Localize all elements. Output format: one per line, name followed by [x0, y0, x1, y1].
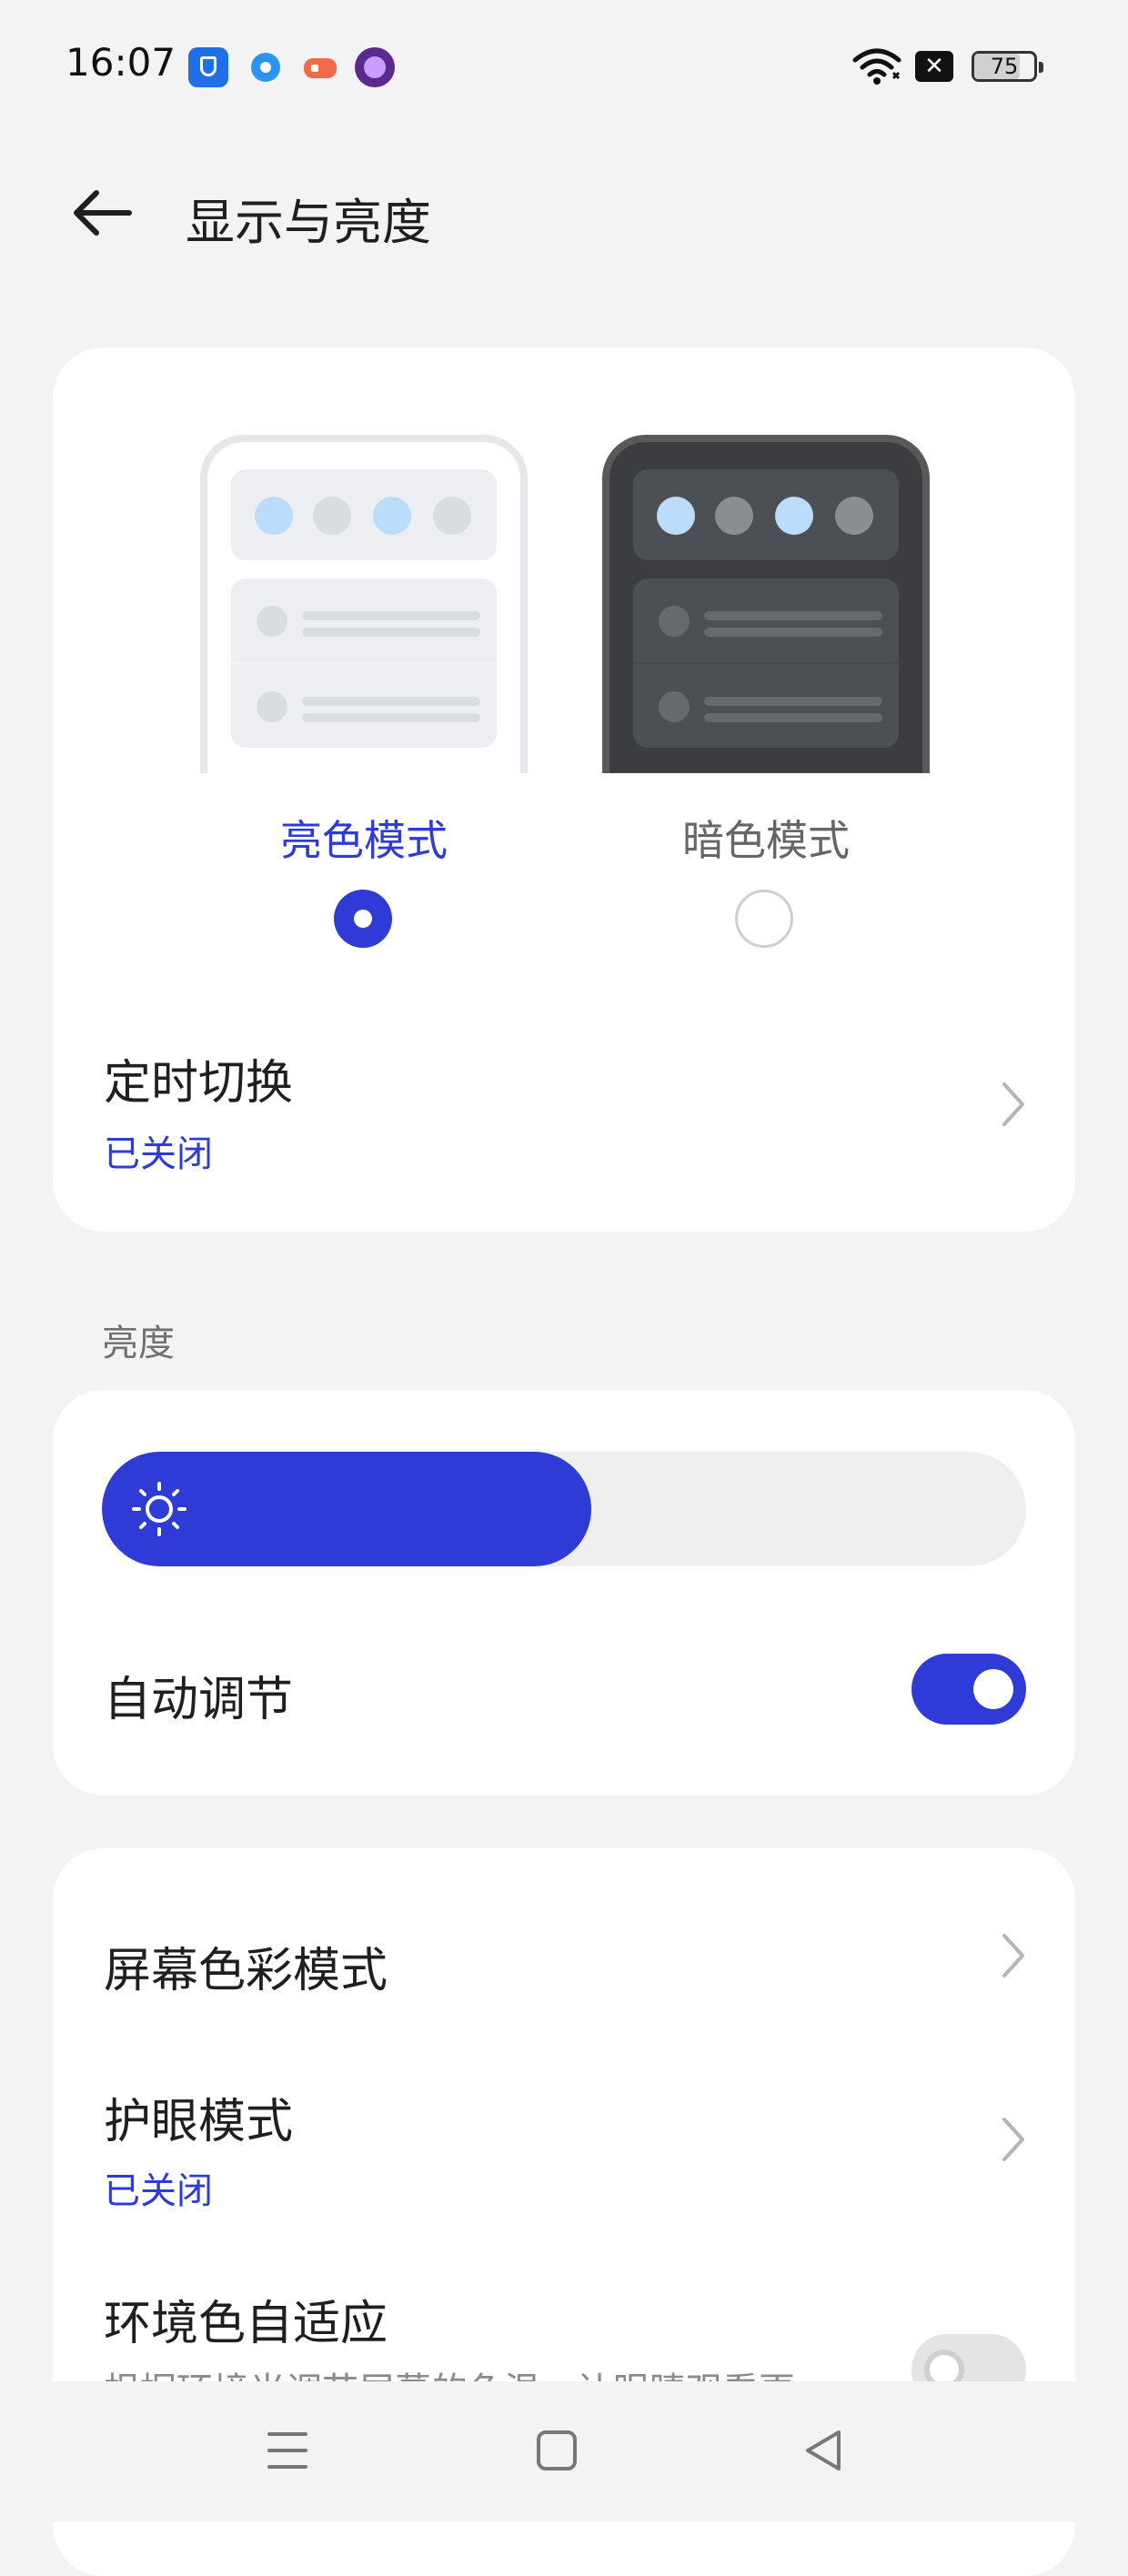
preview-dot	[775, 497, 813, 535]
preview-top-panel	[231, 469, 497, 560]
security-shield-icon	[188, 47, 228, 87]
back-arrow-icon[interactable]	[69, 186, 133, 240]
status-time: 16:07	[65, 40, 176, 85]
preview-row	[231, 579, 497, 663]
light-mode-preview[interactable]	[200, 435, 528, 773]
chevron-right-icon[interactable]	[1001, 1081, 1026, 1128]
light-mode-radio[interactable]	[334, 890, 392, 948]
preview-row	[633, 579, 899, 663]
wifi-icon	[852, 48, 901, 85]
dark-mode-preview[interactable]	[602, 435, 930, 773]
preview-row	[633, 664, 899, 749]
browser-ring-icon	[246, 47, 286, 87]
auto-brightness-toggle[interactable]	[911, 1654, 1026, 1725]
battery-percent: 75	[990, 54, 1019, 79]
back-triangle-icon[interactable]	[797, 2423, 851, 2478]
brightness-card	[53, 1390, 1075, 1796]
status-bar: 16:07 ✕ 75	[0, 0, 1128, 136]
preview-list	[231, 579, 497, 748]
auto-brightness-title: 自动调节	[104, 1673, 294, 1727]
battery-icon: 75	[972, 51, 1043, 82]
sun-icon	[132, 1482, 186, 1536]
schedule-switch-status: 已关闭	[104, 1133, 213, 1175]
schedule-switch-title[interactable]: 定时切换	[104, 1044, 293, 1112]
preview-dot	[433, 497, 471, 535]
preview-row	[231, 664, 497, 749]
preview-dot	[313, 497, 351, 535]
chevron-right-icon[interactable]	[1001, 2116, 1026, 2163]
preview-dot	[715, 497, 753, 535]
screen-color-mode-title[interactable]: 屏幕色彩模式	[104, 1932, 388, 2000]
ambient-adapt-title: 环境色自适应	[104, 2297, 388, 2351]
orb-app-icon	[355, 47, 395, 87]
navigation-bar	[0, 2381, 1128, 2521]
home-icon[interactable]	[529, 2423, 584, 2478]
preview-top-panel	[633, 469, 899, 560]
chevron-right-icon[interactable]	[1001, 1932, 1026, 1979]
preview-dot	[255, 497, 293, 535]
eye-comfort-status: 已关闭	[104, 2170, 213, 2212]
preview-list	[633, 579, 899, 748]
light-mode-label[interactable]: 亮色模式	[200, 808, 528, 868]
preview-dot	[657, 497, 695, 535]
dark-mode-radio[interactable]	[735, 890, 793, 948]
preview-dot	[373, 497, 411, 535]
page-title: 显示与亮度	[186, 194, 431, 251]
brightness-section-label: 亮度	[102, 1323, 175, 1364]
eye-comfort-title[interactable]: 护眼模式	[104, 2083, 293, 2151]
close-badge-icon: ✕	[915, 51, 953, 82]
dark-mode-label[interactable]: 暗色模式	[602, 808, 930, 868]
brightness-slider[interactable]	[102, 1452, 1026, 1566]
game-controller-icon	[300, 47, 340, 87]
menu-icon[interactable]	[260, 2423, 315, 2478]
preview-dot	[835, 497, 873, 535]
